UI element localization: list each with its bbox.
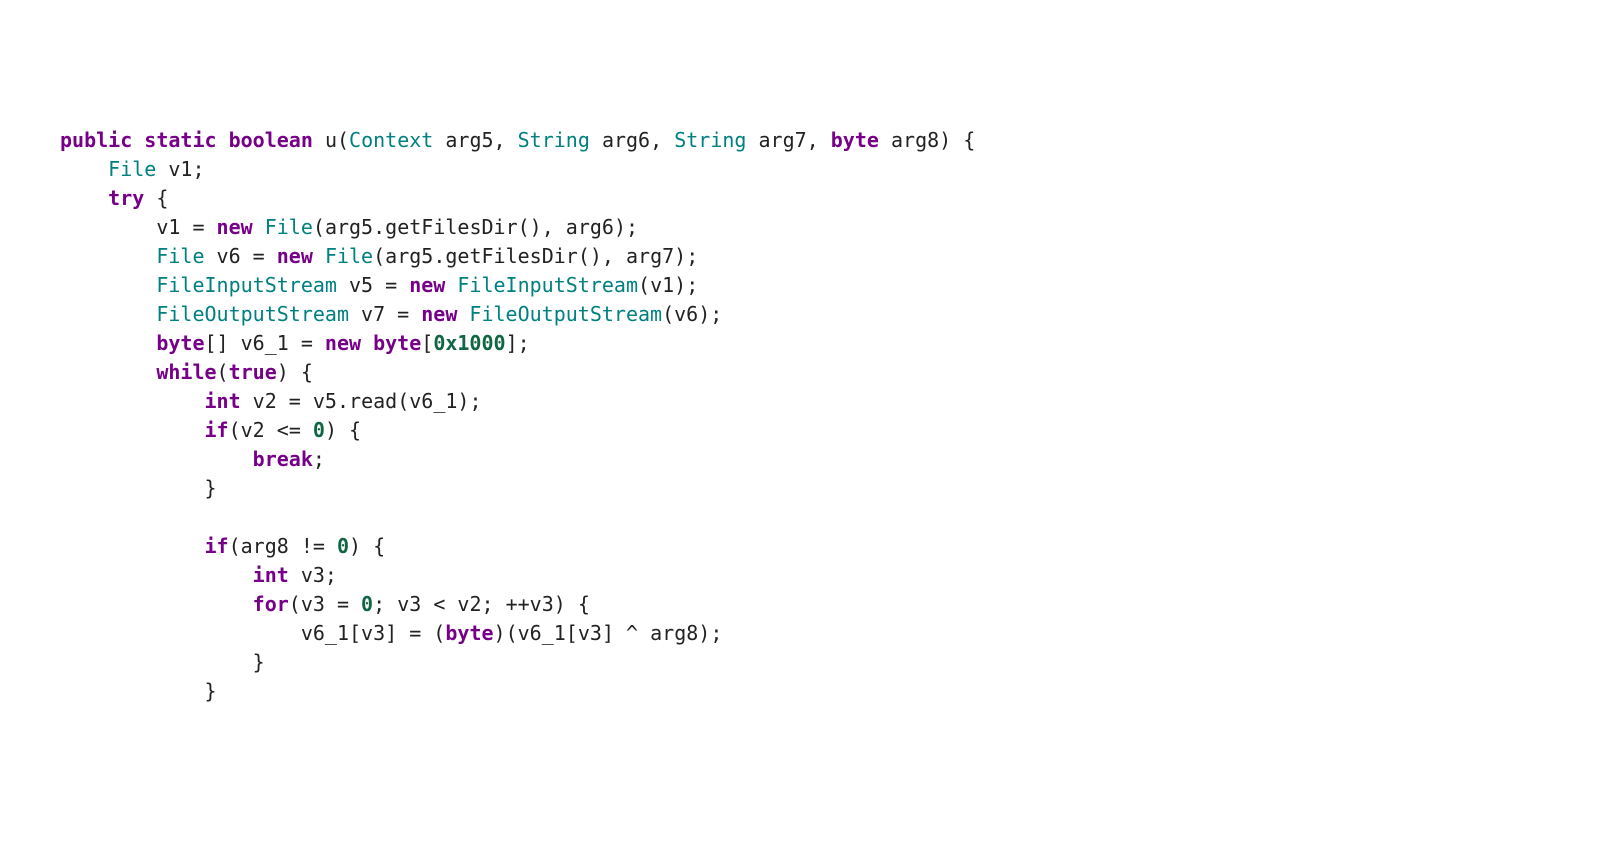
num-0x1000: 0x1000 bbox=[433, 331, 505, 355]
kw-new: new bbox=[325, 331, 361, 355]
kw-boolean: boolean bbox=[229, 128, 313, 152]
id-v3: v3 bbox=[361, 621, 385, 645]
kw-byte: byte bbox=[445, 621, 493, 645]
id-v6: v6 bbox=[674, 302, 698, 326]
code-line-13: } bbox=[60, 474, 1600, 503]
id-v7: v7 bbox=[361, 302, 385, 326]
id-v5: v5 bbox=[349, 273, 373, 297]
num-0: 0 bbox=[361, 592, 373, 616]
kw-byte: byte bbox=[373, 331, 421, 355]
id-arg7: arg7 bbox=[626, 244, 674, 268]
id-v6_1: v6_1 bbox=[301, 621, 349, 645]
id-arg7: arg7 bbox=[759, 128, 807, 152]
m-read: read bbox=[349, 389, 397, 413]
type-fos: FileOutputStream bbox=[469, 302, 662, 326]
code-line-17: for(v3 = 0; v3 < v2; ++v3) { bbox=[60, 590, 1600, 619]
fn-name: u bbox=[325, 128, 337, 152]
type-string: String bbox=[674, 128, 746, 152]
code-line-16: int v3; bbox=[60, 561, 1600, 590]
id-arg8: arg8 bbox=[650, 621, 698, 645]
code-line-12: break; bbox=[60, 445, 1600, 474]
id-v5: v5 bbox=[313, 389, 337, 413]
code-line-14 bbox=[60, 503, 1600, 532]
id-v1: v1 bbox=[168, 157, 192, 181]
id-v6: v6 bbox=[217, 244, 241, 268]
id-v1: v1 bbox=[650, 273, 674, 297]
code-line-2: File v1; bbox=[60, 155, 1600, 184]
id-v6_1: v6_1 bbox=[409, 389, 457, 413]
id-arg6: arg6 bbox=[566, 215, 614, 239]
kw-byte: byte bbox=[156, 331, 204, 355]
type-fis: FileInputStream bbox=[457, 273, 638, 297]
type-file: File bbox=[156, 244, 204, 268]
id-arg6: arg6 bbox=[602, 128, 650, 152]
code-line-3: try { bbox=[60, 184, 1600, 213]
id-v3: v3 bbox=[397, 592, 421, 616]
type-file: File bbox=[265, 215, 313, 239]
code-line-7: FileOutputStream v7 = new FileOutputStre… bbox=[60, 300, 1600, 329]
id-v3: v3 bbox=[530, 592, 554, 616]
type-string: String bbox=[518, 128, 590, 152]
kw-true: true bbox=[229, 360, 277, 384]
id-v6_1: v6_1 bbox=[518, 621, 566, 645]
code-line-9: while(true) { bbox=[60, 358, 1600, 387]
kw-break: break bbox=[253, 447, 313, 471]
id-v2: v2 bbox=[241, 418, 265, 442]
code-line-10: int v2 = v5.read(v6_1); bbox=[60, 387, 1600, 416]
id-v3: v3 bbox=[578, 621, 602, 645]
type-fos: FileOutputStream bbox=[156, 302, 349, 326]
id-v3: v3 bbox=[301, 592, 325, 616]
id-v2: v2 bbox=[457, 592, 481, 616]
id-arg5: arg5 bbox=[445, 128, 493, 152]
kw-if: if bbox=[205, 534, 229, 558]
kw-if: if bbox=[205, 418, 229, 442]
id-v2: v2 bbox=[253, 389, 277, 413]
kw-new: new bbox=[217, 215, 253, 239]
code-line-4: v1 = new File(arg5.getFilesDir(), arg6); bbox=[60, 213, 1600, 242]
code-line-15: if(arg8 != 0) { bbox=[60, 532, 1600, 561]
kw-int: int bbox=[205, 389, 241, 413]
kw-byte: byte bbox=[831, 128, 879, 152]
id-arg5: arg5 bbox=[325, 215, 373, 239]
code-line-6: FileInputStream v5 = new FileInputStream… bbox=[60, 271, 1600, 300]
code-line-5: File v6 = new File(arg5.getFilesDir(), a… bbox=[60, 242, 1600, 271]
num-0: 0 bbox=[313, 418, 325, 442]
code-line-20: } bbox=[60, 677, 1600, 706]
num-0: 0 bbox=[337, 534, 349, 558]
type-file: File bbox=[325, 244, 373, 268]
id-arg8: arg8 bbox=[241, 534, 289, 558]
kw-try: try bbox=[108, 186, 144, 210]
id-v6_1: v6_1 bbox=[241, 331, 289, 355]
code-line-11: if(v2 <= 0) { bbox=[60, 416, 1600, 445]
m-getFilesDir: getFilesDir bbox=[445, 244, 577, 268]
kw-for: for bbox=[253, 592, 289, 616]
id-v3: v3 bbox=[301, 563, 325, 587]
code-line-19: } bbox=[60, 648, 1600, 677]
kw-int: int bbox=[253, 563, 289, 587]
kw-new: new bbox=[277, 244, 313, 268]
kw-while: while bbox=[156, 360, 216, 384]
kw-new: new bbox=[421, 302, 457, 326]
code-line-1: public static boolean u(Context arg5, St… bbox=[60, 126, 1600, 155]
type-fis: FileInputStream bbox=[156, 273, 337, 297]
kw-new: new bbox=[409, 273, 445, 297]
type-file: File bbox=[108, 157, 156, 181]
type-context: Context bbox=[349, 128, 433, 152]
code-block: public static boolean u(Context arg5, St… bbox=[60, 126, 1600, 706]
code-line-8: byte[] v6_1 = new byte[0x1000]; bbox=[60, 329, 1600, 358]
id-v1: v1 bbox=[156, 215, 180, 239]
kw-static: static bbox=[144, 128, 216, 152]
id-arg8: arg8 bbox=[891, 128, 939, 152]
kw-public: public bbox=[60, 128, 132, 152]
code-line-18: v6_1[v3] = (byte)(v6_1[v3] ^ arg8); bbox=[60, 619, 1600, 648]
m-getFilesDir: getFilesDir bbox=[385, 215, 517, 239]
id-arg5: arg5 bbox=[385, 244, 433, 268]
